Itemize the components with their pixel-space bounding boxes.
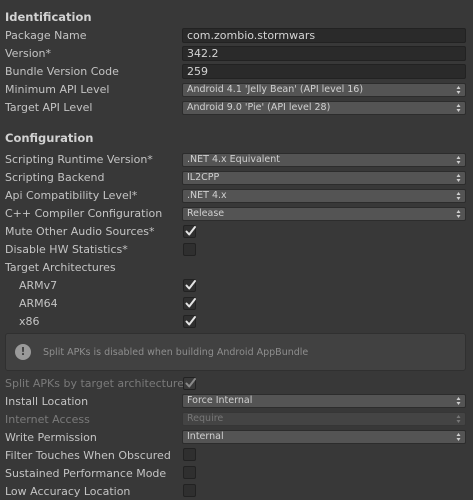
identification-header: Identification (5, 10, 92, 24)
dropdown-arrows-icon (456, 173, 461, 183)
scripting-backend-dropdown[interactable]: IL2CPP (182, 171, 466, 185)
split-apks-checkbox (183, 377, 196, 390)
info-message: Split APKs is disabled when building And… (43, 347, 309, 358)
install-location-value: Force Internal (187, 395, 253, 406)
dropdown-arrows-icon (456, 209, 461, 219)
scripting-backend-value: IL2CPP (187, 172, 220, 183)
min-api-level-label: Minimum API Level (5, 83, 110, 96)
arch-arm64-label: ARM64 (19, 297, 58, 310)
dropdown-arrows-icon (456, 191, 461, 201)
filter-touches-checkbox[interactable] (183, 448, 196, 461)
checkmark-icon (185, 378, 196, 388)
info-icon (15, 344, 31, 360)
version-field[interactable]: 342.2 (182, 46, 466, 61)
scripting-runtime-label: Scripting Runtime Version* (5, 153, 153, 166)
package-name-label: Package Name (5, 29, 87, 42)
split-apks-label: Split APKs by target architecture (5, 377, 184, 390)
arch-armv7-checkbox[interactable] (183, 279, 196, 292)
api-compat-dropdown[interactable]: .NET 4.x (182, 189, 466, 203)
min-api-level-dropdown[interactable]: Android 4.1 'Jelly Bean' (API level 16) (182, 83, 466, 97)
disable-hw-stats-checkbox[interactable] (183, 243, 196, 256)
target-api-level-value: Android 9.0 'Pie' (API level 28) (187, 102, 331, 113)
arch-x86-checkbox[interactable] (183, 315, 196, 328)
scripting-backend-label: Scripting Backend (5, 171, 105, 184)
checkmark-icon (185, 280, 196, 290)
min-api-level-value: Android 4.1 'Jelly Bean' (API level 16) (187, 84, 364, 95)
api-compat-label: Api Compatibility Level* (5, 189, 138, 202)
checkmark-icon (185, 226, 196, 236)
api-compat-value: .NET 4.x (187, 190, 227, 201)
disable-hw-stats-label: Disable HW Statistics* (5, 243, 128, 256)
internet-access-label: Internet Access (5, 413, 90, 426)
target-api-level-dropdown[interactable]: Android 9.0 'Pie' (API level 28) (182, 101, 466, 115)
cpp-compiler-value: Release (187, 208, 225, 219)
dropdown-arrows-icon (456, 103, 461, 113)
write-permission-value: Internal (187, 431, 224, 442)
install-location-label: Install Location (5, 395, 89, 408)
write-permission-label: Write Permission (5, 431, 97, 444)
target-api-level-label: Target API Level (5, 101, 93, 114)
arch-arm64-checkbox[interactable] (183, 297, 196, 310)
filter-touches-label: Filter Touches When Obscured (5, 449, 171, 462)
package-name-field[interactable]: com.zombio.stormwars (182, 28, 466, 43)
low-accuracy-location-label: Low Accuracy Location (5, 485, 131, 498)
version-label: Version* (5, 47, 51, 60)
bundle-version-code-label: Bundle Version Code (5, 65, 119, 78)
scripting-runtime-dropdown[interactable]: .NET 4.x Equivalent (182, 153, 466, 167)
install-location-dropdown[interactable]: Force Internal (182, 394, 466, 408)
split-apks-info-box: Split APKs is disabled when building And… (5, 333, 466, 371)
cpp-compiler-dropdown[interactable]: Release (182, 207, 466, 221)
mute-other-audio-label: Mute Other Audio Sources* (5, 225, 155, 238)
write-permission-dropdown[interactable]: Internal (182, 430, 466, 444)
dropdown-arrows-icon (456, 85, 461, 95)
dropdown-arrows-icon (456, 155, 461, 165)
dropdown-arrows-icon (456, 396, 461, 406)
internet-access-value: Require (187, 413, 224, 424)
scripting-runtime-value: .NET 4.x Equivalent (187, 154, 281, 165)
arch-x86-label: x86 (19, 315, 40, 328)
target-architectures-label: Target Architectures (5, 261, 116, 274)
internet-access-dropdown: Require (182, 412, 466, 426)
low-accuracy-location-checkbox[interactable] (183, 484, 196, 497)
cpp-compiler-label: C++ Compiler Configuration (5, 207, 163, 220)
checkmark-icon (185, 298, 196, 308)
bundle-version-code-field[interactable]: 259 (182, 64, 466, 79)
mute-other-audio-checkbox[interactable] (183, 225, 196, 238)
sustained-performance-label: Sustained Performance Mode (5, 467, 167, 480)
checkmark-icon (185, 316, 196, 326)
arch-armv7-label: ARMv7 (19, 279, 58, 292)
sustained-performance-checkbox[interactable] (183, 466, 196, 479)
dropdown-arrows-icon (456, 414, 461, 424)
dropdown-arrows-icon (456, 432, 461, 442)
configuration-header: Configuration (5, 131, 94, 145)
